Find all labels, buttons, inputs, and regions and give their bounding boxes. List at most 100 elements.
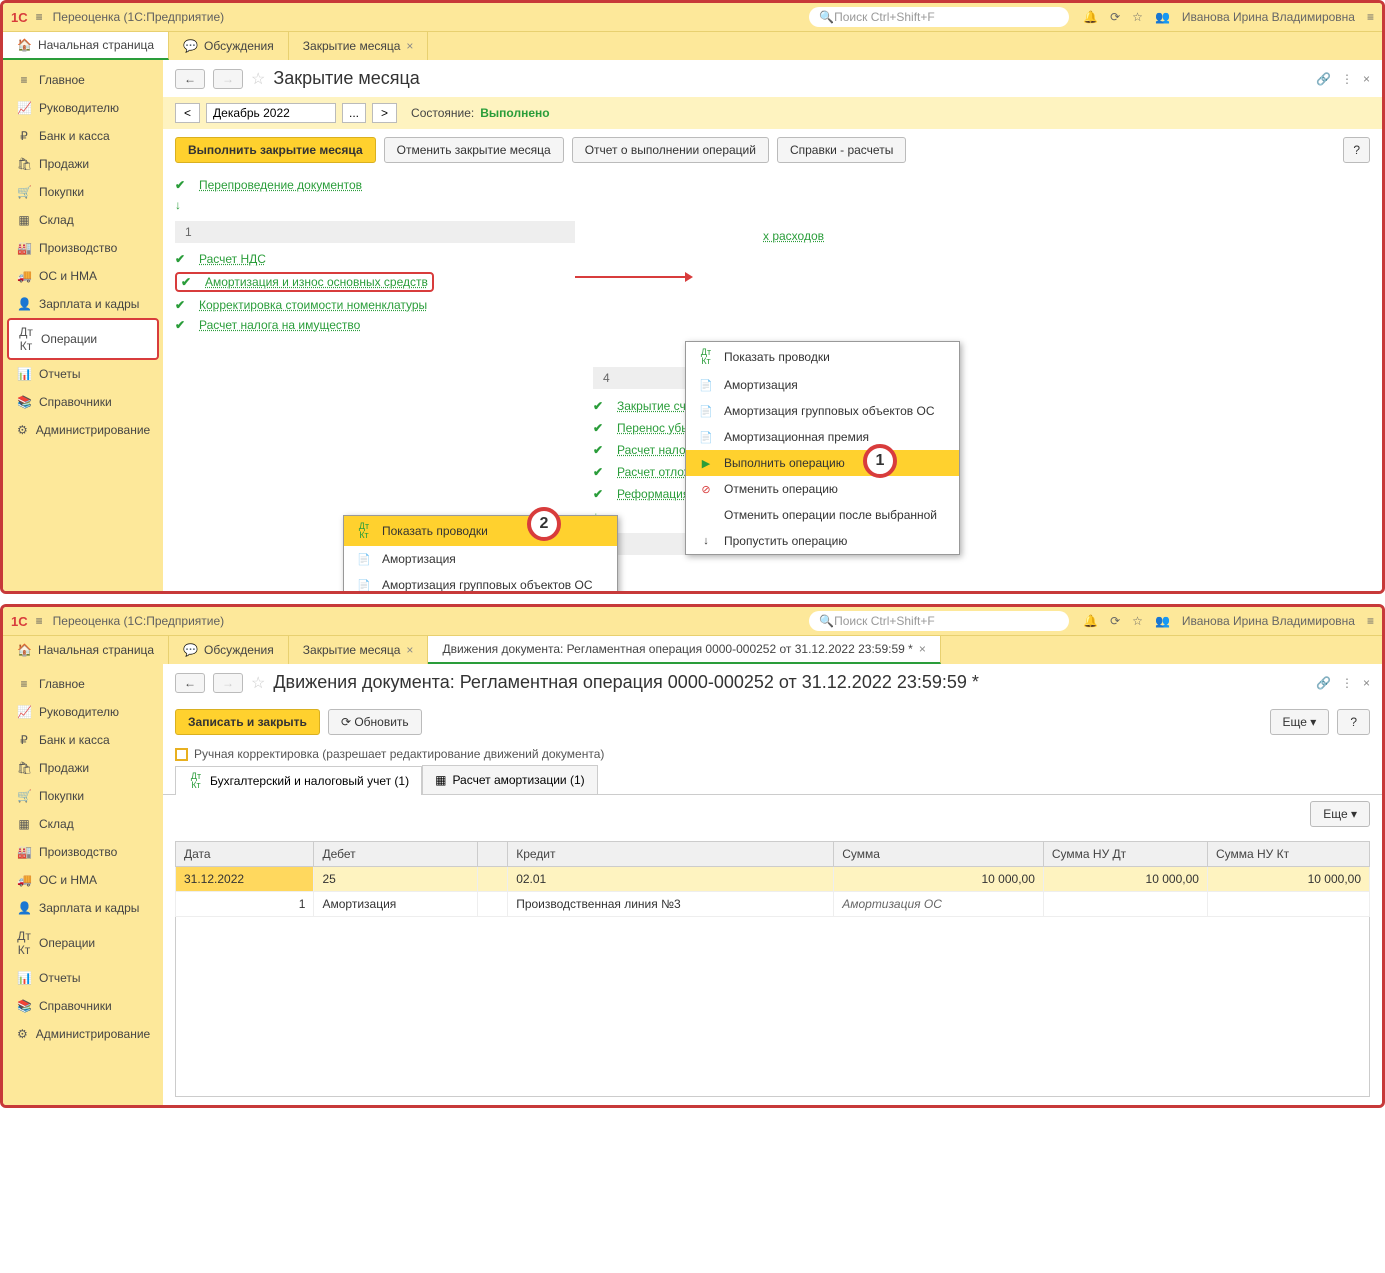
manual-correction-checkbox[interactable]	[175, 748, 188, 761]
sidebar-item-0[interactable]: ≡Главное	[3, 66, 163, 94]
op-link[interactable]: Перепроведение документов	[199, 178, 362, 192]
table-header[interactable]: Сумма НУ Дт	[1043, 842, 1207, 867]
close-icon[interactable]: ×	[1363, 72, 1370, 86]
close-icon[interactable]: ×	[406, 643, 413, 657]
link-icon[interactable]: 🔗	[1316, 72, 1331, 86]
search-input[interactable]: 🔍 Поиск Ctrl+Shift+F	[809, 7, 1069, 27]
sidebar-item-8[interactable]: 👤Зарплата и кадры	[3, 894, 163, 922]
sidebar-item-2[interactable]: ₽Банк и касса	[3, 122, 163, 150]
sidebar-item-12[interactable]: ⚙Администрирование	[3, 1020, 163, 1048]
table-header[interactable]: Дебет	[314, 842, 477, 867]
table-row[interactable]: 1АмортизацияПроизводственная линия №3Амо…	[176, 892, 1370, 917]
more-icon[interactable]: ⋮	[1341, 676, 1353, 690]
tab-month-closing[interactable]: Закрытие месяца×	[289, 32, 429, 60]
sidebar-item-10[interactable]: 📊Отчеты	[3, 964, 163, 992]
sidebar-item-10[interactable]: 📊Отчеты	[3, 360, 163, 388]
menu-item-6[interactable]: Отменить операции после выбранной	[686, 502, 959, 528]
sidebar-item-9[interactable]: Дт КтОперации	[7, 318, 159, 360]
highlighted-operation[interactable]: ✔Амортизация и износ основных средств	[175, 272, 434, 292]
sidebar-item-7[interactable]: 🚚ОС и НМА	[3, 866, 163, 894]
save-close-button[interactable]: Записать и закрыть	[175, 709, 320, 735]
menu-item-0[interactable]: ДтКтПоказать проводки	[344, 516, 617, 546]
sidebar-item-1[interactable]: 📈Руководителю	[3, 698, 163, 726]
tab-home[interactable]: 🏠Начальная страница	[3, 32, 169, 60]
report-button[interactable]: Отчет о выполнении операций	[572, 137, 769, 163]
menu-item-4[interactable]: ▶Выполнить операцию	[686, 450, 959, 476]
sidebar-item-8[interactable]: 👤Зарплата и кадры	[3, 290, 163, 318]
run-closing-button[interactable]: Выполнить закрытие месяца	[175, 137, 376, 163]
table-header[interactable]	[477, 842, 508, 867]
history-icon[interactable]: ⟳	[1110, 614, 1120, 628]
tab-discussions[interactable]: 💬Обсуждения	[169, 32, 289, 60]
period-input[interactable]	[206, 103, 336, 123]
close-icon[interactable]: ×	[919, 642, 926, 656]
period-prev-button[interactable]: <	[175, 103, 200, 123]
bell-icon[interactable]: 🔔	[1083, 614, 1098, 628]
menu-item-7[interactable]: ↓Пропустить операцию	[686, 528, 959, 554]
menu-item-1[interactable]: 📄Амортизация	[344, 546, 617, 572]
op-link[interactable]: Расчет налога на имущество	[199, 318, 360, 332]
menu-item-2[interactable]: 📄Амортизация групповых объектов ОС	[344, 572, 617, 594]
user-icon[interactable]: 👥	[1155, 10, 1170, 24]
tab-document-movements[interactable]: Движения документа: Регламентная операци…	[428, 636, 940, 664]
period-picker-button[interactable]: ...	[342, 103, 366, 123]
references-button[interactable]: Справки - расчеты	[777, 137, 906, 163]
close-icon[interactable]: ×	[1363, 676, 1370, 690]
sidebar-item-12[interactable]: ⚙Администрирование	[3, 416, 163, 444]
menu-item-2[interactable]: 📄Амортизация групповых объектов ОС	[686, 398, 959, 424]
history-icon[interactable]: ⟳	[1110, 10, 1120, 24]
table-header[interactable]: Кредит	[508, 842, 834, 867]
sidebar-item-1[interactable]: 📈Руководителю	[3, 94, 163, 122]
sidebar-item-4[interactable]: 🛒Покупки	[3, 782, 163, 810]
sidebar-item-4[interactable]: 🛒Покупки	[3, 178, 163, 206]
star-icon[interactable]: ☆	[1132, 10, 1143, 24]
more-button[interactable]: Еще ▾	[1270, 709, 1330, 735]
menu-item-3[interactable]: 📄Амортизационная премия	[686, 424, 959, 450]
sidebar-item-6[interactable]: 🏭Производство	[3, 234, 163, 262]
user-name[interactable]: Иванова Ирина Владимировна	[1182, 614, 1355, 628]
more-icon[interactable]: ⋮	[1341, 72, 1353, 86]
star-icon[interactable]: ☆	[1132, 614, 1143, 628]
sidebar-item-3[interactable]: 🛍Продажи	[3, 150, 163, 178]
menu-item-5[interactable]: ⊘Отменить операцию	[686, 476, 959, 502]
sidebar-item-3[interactable]: 🛍Продажи	[3, 754, 163, 782]
op-link[interactable]: х расходов	[763, 229, 824, 243]
menu-icon[interactable]: ≡	[36, 10, 43, 24]
table-header[interactable]: Дата	[176, 842, 314, 867]
subtab-accounting[interactable]: ДтКтБухгалтерский и налоговый учет (1)	[175, 766, 422, 795]
sidebar-item-7[interactable]: 🚚ОС и НМА	[3, 262, 163, 290]
sidebar-item-5[interactable]: ▦Склад	[3, 206, 163, 234]
menu-icon[interactable]: ≡	[36, 614, 43, 628]
close-icon[interactable]: ×	[406, 39, 413, 53]
sidebar-item-11[interactable]: 📚Справочники	[3, 992, 163, 1020]
sidebar-item-5[interactable]: ▦Склад	[3, 810, 163, 838]
table-header[interactable]: Сумма НУ Кт	[1207, 842, 1369, 867]
sidebar-item-11[interactable]: 📚Справочники	[3, 388, 163, 416]
help-button[interactable]: ?	[1337, 709, 1370, 735]
tab-home[interactable]: 🏠Начальная страница	[3, 636, 169, 664]
tab-month-closing[interactable]: Закрытие месяца×	[289, 636, 429, 664]
sidebar-item-2[interactable]: ₽Банк и касса	[3, 726, 163, 754]
user-icon[interactable]: 👥	[1155, 614, 1170, 628]
subtab-depreciation[interactable]: ▦Расчет амортизации (1)	[422, 765, 598, 794]
favorite-icon[interactable]: ☆	[251, 673, 265, 693]
op-link[interactable]: Корректировка стоимости номенклатуры	[199, 298, 427, 312]
period-next-button[interactable]: >	[372, 103, 397, 123]
op-link[interactable]: Расчет НДС	[199, 252, 266, 266]
menu-item-1[interactable]: 📄Амортизация	[686, 372, 959, 398]
more-button[interactable]: Еще ▾	[1310, 801, 1370, 827]
sidebar-item-0[interactable]: ≡Главное	[3, 670, 163, 698]
tab-discussions[interactable]: 💬Обсуждения	[169, 636, 289, 664]
user-name[interactable]: Иванова Ирина Владимировна	[1182, 10, 1355, 24]
table-header[interactable]: Сумма	[834, 842, 1044, 867]
help-button[interactable]: ?	[1343, 137, 1370, 163]
sidebar-item-6[interactable]: 🏭Производство	[3, 838, 163, 866]
table-row[interactable]: 31.12.20222502.0110 000,0010 000,0010 00…	[176, 867, 1370, 892]
favorite-icon[interactable]: ☆	[251, 69, 265, 89]
link-icon[interactable]: 🔗	[1316, 676, 1331, 690]
menu-item-0[interactable]: ДтКтПоказать проводки	[686, 342, 959, 372]
menu-icon[interactable]: ≡	[1367, 10, 1374, 24]
search-input[interactable]: 🔍 Поиск Ctrl+Shift+F	[809, 611, 1069, 631]
cancel-closing-button[interactable]: Отменить закрытие месяца	[384, 137, 564, 163]
bell-icon[interactable]: 🔔	[1083, 10, 1098, 24]
